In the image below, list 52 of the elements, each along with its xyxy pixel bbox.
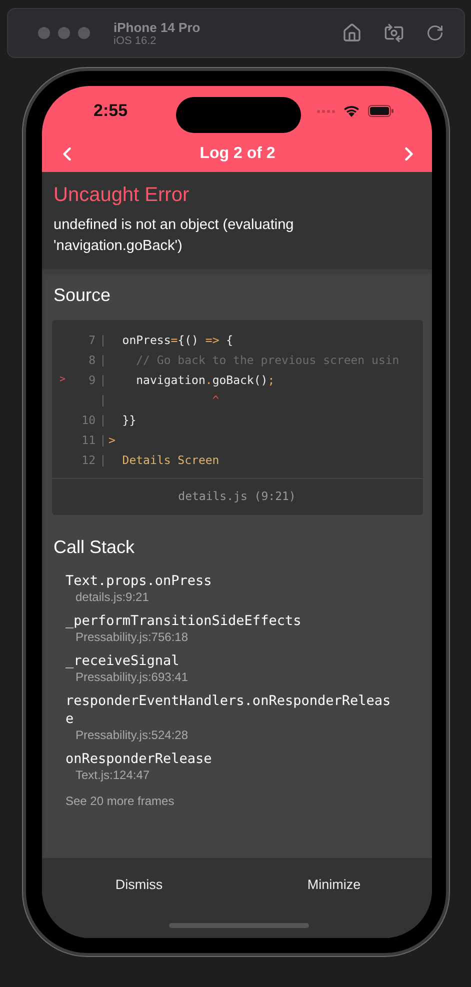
minimize-button[interactable]: Minimize [236,870,432,898]
gutter-separator-text: | [100,392,106,409]
code-line: // Go back to the previous screen usin [135,352,400,369]
stack-frame-location: details.js:9:21 [76,590,150,604]
os-version: iOS 16.2 [114,34,158,46]
more-frames-link[interactable]: See 20 more frames [66,794,422,808]
error-message: undefined is not an object (evaluating 'navigation.goBack') [54,216,295,256]
signal-dots-icon [316,109,334,113]
stack-frame-location: Pressability.js:524:28 [76,728,189,742]
device-name: iPhone 14 Pro [114,20,202,34]
error-title: Uncaught Error [54,184,190,207]
gutter-separator-text: | [100,412,106,429]
gutter-separator-text: | [100,372,106,389]
line-number: 9 [88,372,96,389]
window-dot[interactable] [78,27,90,39]
code-line: ^ [211,392,220,409]
line-number: 12 [82,452,96,469]
code-line: onPress={() => { [121,332,234,349]
gutter-separator-text: | [100,432,106,449]
wifi-icon [342,105,360,117]
gutter-separator-text: | [100,352,106,369]
line-number: 11 [82,432,96,449]
gutter-separator-text: | [100,452,106,469]
error-line-marker: > [60,374,66,385]
file-location: details.js (9:21) [52,478,422,515]
line-number: 8 [88,352,96,369]
line-number: 7 [88,332,96,349]
code-line: > [108,432,116,449]
battery-icon [368,105,394,117]
stack-frame-name[interactable]: _performTransitionSideEffects [66,612,395,630]
line-number: 10 [82,412,96,429]
stack-frame-name[interactable]: _receiveSignal [66,652,395,670]
camera-icon[interactable] [384,23,404,43]
window-dot[interactable] [58,27,70,39]
stack-frame-location: Pressability.js:693:41 [76,670,189,684]
code-line: Details Screen [121,452,220,469]
stack-frame-name[interactable]: onResponderRelease [66,750,395,768]
log-title: Log 2 of 2 [200,145,276,163]
code-line: }} [121,412,136,429]
stack-frame-location: Text.js:124:47 [76,768,151,782]
section-heading: Source [54,285,112,306]
stack-frame-name[interactable]: Text.props.onPress [66,572,395,590]
status-time: 2:55 [94,101,128,121]
rotate-icon[interactable] [426,24,444,42]
section-heading: Call Stack [54,537,136,558]
home-icon[interactable] [342,23,362,43]
stack-frame-location: Pressability.js:756:18 [76,630,189,644]
code-line: navigation.goBack(); [135,372,275,389]
gutter-separator-text: | [100,332,106,349]
window-dot[interactable] [38,27,50,39]
dismiss-button[interactable]: Dismiss [42,870,236,898]
stack-frame-name[interactable]: responderEventHandlers.onResponderRelease [66,692,395,728]
